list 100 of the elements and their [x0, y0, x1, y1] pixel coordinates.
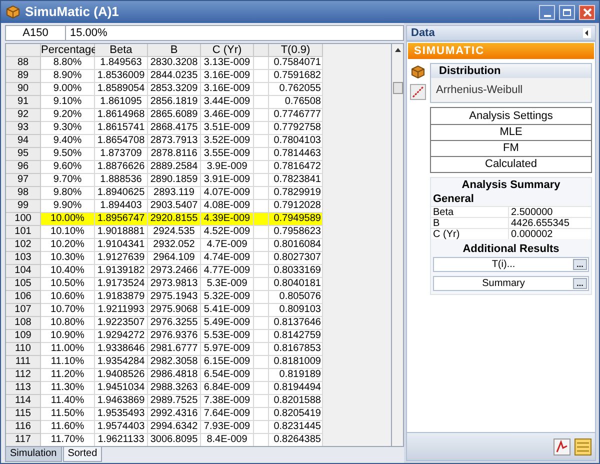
- row-header[interactable]: 97: [6, 174, 41, 187]
- row-header[interactable]: 107: [6, 304, 41, 317]
- row-header[interactable]: 104: [6, 265, 41, 278]
- table-cell: 1.861095: [95, 96, 148, 109]
- report-icon[interactable]: [553, 438, 571, 456]
- table-cell: 1.9139182: [95, 265, 148, 278]
- column-header[interactable]: Beta: [95, 44, 148, 57]
- table-cell: 3.52E-009: [201, 135, 254, 148]
- close-icon: [582, 8, 592, 16]
- ellipsis-button[interactable]: ...: [573, 278, 587, 289]
- table-cell: [254, 96, 269, 109]
- scrollbar[interactable]: [392, 43, 404, 447]
- column-header[interactable]: Percentage: [41, 44, 95, 57]
- sheet-tab[interactable]: Sorted: [62, 447, 102, 462]
- row-header[interactable]: 115: [6, 408, 41, 421]
- cube-icon: [410, 64, 426, 80]
- table-cell: 0.7949589: [269, 213, 323, 226]
- table-cell: 8.90%: [41, 70, 95, 83]
- row-header[interactable]: 109: [6, 330, 41, 343]
- table-cell: 3.9E-009: [201, 161, 254, 174]
- column-header[interactable]: C (Yr): [201, 44, 254, 57]
- row-header[interactable]: 111: [6, 356, 41, 369]
- row-header[interactable]: 117: [6, 434, 41, 446]
- table-cell: 9.00%: [41, 83, 95, 96]
- table-cell: 1.9211993: [95, 304, 148, 317]
- row-header[interactable]: 96: [6, 161, 41, 174]
- spreadsheet-icon[interactable]: [574, 438, 592, 456]
- ellipsis-button[interactable]: ...: [573, 259, 587, 270]
- row-header[interactable]: 103: [6, 252, 41, 265]
- table-cell: 1.9223507: [95, 317, 148, 330]
- table-cell: 0.7912028: [269, 200, 323, 213]
- panel-title: Data: [411, 26, 435, 41]
- table-cell: 1.9408526: [95, 369, 148, 382]
- sheet-tab[interactable]: Simulation: [5, 447, 62, 462]
- table-cell: 1.8615741: [95, 122, 148, 135]
- column-header[interactable]: B: [148, 44, 201, 57]
- line-plot-icon[interactable]: [410, 84, 426, 100]
- row-header[interactable]: 102: [6, 239, 41, 252]
- row-header[interactable]: 99: [6, 200, 41, 213]
- table-cell: 2976.9376: [148, 330, 201, 343]
- table-cell: 0.7816472: [269, 161, 323, 174]
- table-cell: [254, 70, 269, 83]
- table-cell: 11.00%: [41, 343, 95, 356]
- row-header[interactable]: 98: [6, 187, 41, 200]
- row-header[interactable]: 88: [6, 57, 41, 70]
- table-cell: [254, 239, 269, 252]
- section-header: Additional Results: [462, 242, 560, 257]
- table-cell: 1.8536009: [95, 70, 148, 83]
- table-cell: [254, 252, 269, 265]
- column-header[interactable]: T(0.9): [269, 44, 323, 57]
- table-cell: [254, 330, 269, 343]
- close-button[interactable]: [579, 4, 595, 20]
- scroll-thumb[interactable]: [392, 82, 402, 94]
- table-cell: 3006.8095: [148, 434, 201, 446]
- table-cell: 11.10%: [41, 356, 95, 369]
- row-header[interactable]: 90: [6, 83, 41, 96]
- table-cell: [254, 304, 269, 317]
- table-cell: 3.44E-009: [201, 96, 254, 109]
- table-cell: 2853.3209: [148, 83, 201, 96]
- table-cell: 5.49E-009: [201, 317, 254, 330]
- row-header[interactable]: 93: [6, 122, 41, 135]
- row-header[interactable]: 106: [6, 291, 41, 304]
- table-cell: 1.8614968: [95, 109, 148, 122]
- table-cell: 8.4E-009: [201, 434, 254, 446]
- table-cell: 0.7829919: [269, 187, 323, 200]
- table-cell: 10.30%: [41, 252, 95, 265]
- row-header[interactable]: 116: [6, 421, 41, 434]
- row-header[interactable]: 91: [6, 96, 41, 109]
- table-cell: 2989.7525: [148, 395, 201, 408]
- row-header[interactable]: 100: [6, 213, 41, 226]
- table-cell: [254, 356, 269, 369]
- table-cell: [254, 291, 269, 304]
- row-header[interactable]: 108: [6, 317, 41, 330]
- row-header[interactable]: 95: [6, 148, 41, 161]
- row-header[interactable]: 92: [6, 109, 41, 122]
- maximize-button[interactable]: [559, 4, 575, 20]
- table-cell: 3.55E-009: [201, 148, 254, 161]
- row-header[interactable]: 89: [6, 70, 41, 83]
- table-cell: 0.7814463: [269, 148, 323, 161]
- table-cell: 2994.6342: [148, 421, 201, 434]
- row-header[interactable]: 101: [6, 226, 41, 239]
- scroll-up-icon[interactable]: [394, 48, 400, 52]
- row-header[interactable]: 113: [6, 382, 41, 395]
- row-header[interactable]: 114: [6, 395, 41, 408]
- table-cell: 10.70%: [41, 304, 95, 317]
- table-cell: 9.70%: [41, 174, 95, 187]
- table-cell: 1.9294272: [95, 330, 148, 343]
- table-cell: [254, 200, 269, 213]
- table-cell: 9.80%: [41, 187, 95, 200]
- collapse-icon[interactable]: [583, 28, 591, 38]
- table-cell: 1.9018881: [95, 226, 148, 239]
- table-cell: [254, 213, 269, 226]
- table-cell: 4.39E-009: [201, 213, 254, 226]
- table-cell: [254, 148, 269, 161]
- minimize-button[interactable]: [539, 4, 555, 20]
- table-cell: 9.30%: [41, 122, 95, 135]
- row-header[interactable]: 112: [6, 369, 41, 382]
- row-header[interactable]: 105: [6, 278, 41, 291]
- row-header[interactable]: 94: [6, 135, 41, 148]
- row-header[interactable]: 110: [6, 343, 41, 356]
